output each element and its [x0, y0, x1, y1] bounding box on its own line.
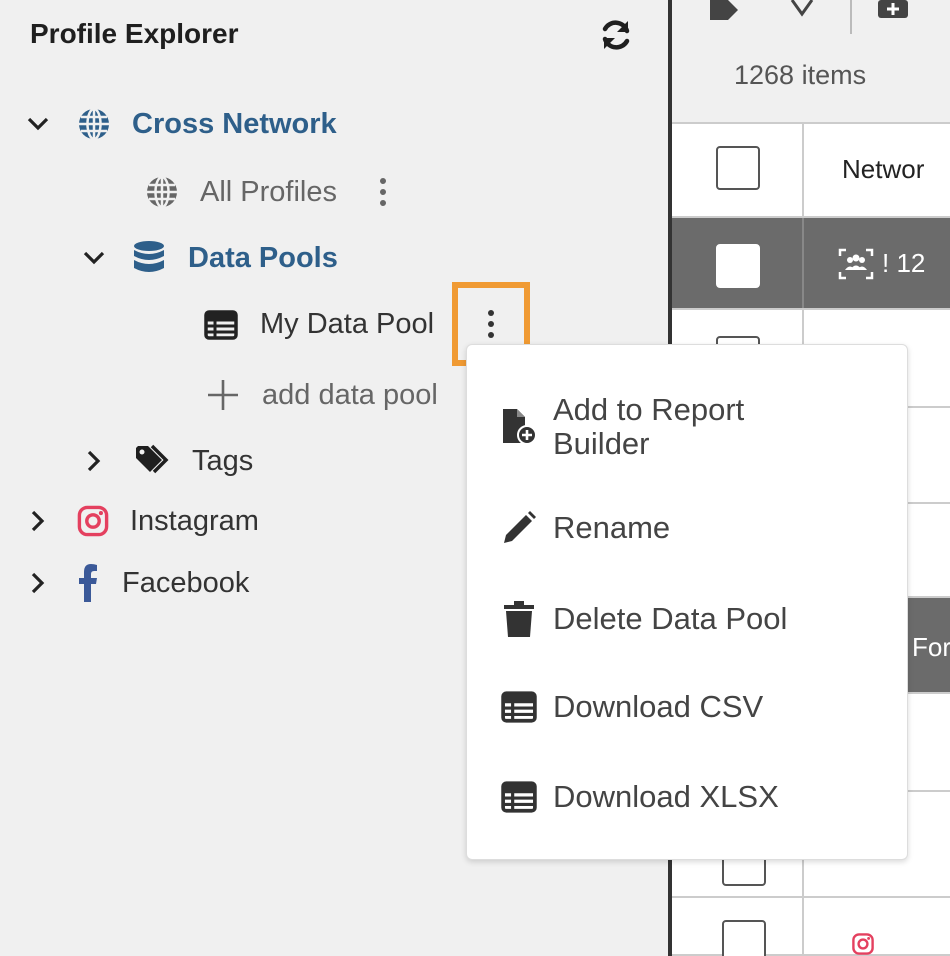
menu-item-delete-data-pool[interactable]: Delete Data Pool	[497, 599, 787, 639]
globe-icon	[147, 175, 177, 209]
instagram-icon	[852, 933, 874, 955]
refresh-icon[interactable]	[598, 17, 634, 53]
row-checkbox[interactable]	[716, 244, 760, 288]
pencil-icon	[497, 509, 541, 547]
add-data-pool-button[interactable]: add data pool	[206, 378, 438, 412]
instagram-icon	[77, 505, 109, 537]
tree-item-label: All Profiles	[200, 175, 337, 208]
checkbox-column	[672, 218, 804, 308]
menu-item-rename[interactable]: Rename	[497, 509, 670, 547]
trash-icon	[497, 599, 541, 639]
tree-item-label: Instagram	[130, 504, 259, 537]
row-label: For	[912, 632, 950, 662]
menu-item-label: Download CSV	[553, 689, 764, 724]
tree-item-tags[interactable]: Tags	[82, 444, 253, 478]
chevron-right-icon[interactable]	[82, 449, 106, 473]
chevron-down-icon[interactable]	[82, 246, 106, 270]
tree-item-instagram[interactable]: Instagram	[26, 504, 259, 538]
menu-item-label-line1: Add to Report	[553, 392, 745, 427]
group-icon	[838, 248, 874, 280]
more-options-icon[interactable]	[371, 172, 395, 212]
menu-item-label: Add to Report Builder	[553, 393, 744, 461]
more-options-icon[interactable]	[479, 304, 503, 344]
chevron-down-icon[interactable]	[26, 112, 50, 136]
select-all-checkbox[interactable]	[716, 146, 760, 190]
menu-item-download-csv[interactable]: Download CSV	[497, 689, 763, 725]
file-add-icon	[497, 407, 541, 447]
globe-icon	[79, 107, 109, 141]
sidebar-title: Profile Explorer	[30, 18, 239, 49]
table-icon	[204, 309, 238, 340]
tree-item-label: Cross Network	[132, 107, 337, 140]
tree-item-my-data-pool[interactable]: My Data Pool	[204, 308, 434, 341]
menu-item-label: Delete Data Pool	[553, 601, 788, 636]
table-row[interactable]	[672, 898, 950, 956]
tree-item-all-profiles[interactable]: All Profiles	[144, 172, 395, 212]
tag-outline-icon[interactable]	[788, 0, 822, 20]
table-icon	[497, 691, 541, 723]
checkbox-column	[672, 124, 804, 216]
table-row[interactable]: ! 12	[672, 218, 950, 310]
tree-item-label: add data pool	[262, 378, 438, 411]
column-header-network[interactable]: Networ	[842, 154, 924, 185]
checkbox-column	[672, 898, 804, 956]
add-icon[interactable]	[878, 0, 908, 18]
menu-item-add-to-report-builder[interactable]: Add to Report Builder	[497, 393, 744, 461]
database-icon	[134, 241, 164, 272]
tree-item-label: Tags	[192, 444, 254, 477]
table-toolbar	[672, 0, 950, 56]
plus-icon	[208, 380, 238, 410]
menu-item-download-xlsx[interactable]: Download XLSX	[497, 779, 779, 815]
menu-item-label-line2: Builder	[553, 426, 650, 461]
table-header-row: Networ	[672, 122, 950, 218]
data-pool-context-menu: Add to Report Builder Rename Delete Data…	[466, 344, 908, 860]
tree-item-label: Data Pools	[188, 241, 338, 274]
menu-item-label: Rename	[553, 510, 671, 545]
item-count: 1268 items	[734, 60, 867, 90]
chevron-right-icon[interactable]	[26, 571, 50, 595]
row-label: ! 12	[882, 248, 926, 278]
table-icon	[497, 781, 541, 813]
tags-icon	[136, 444, 169, 474]
tree-item-facebook[interactable]: Facebook	[26, 564, 249, 602]
row-checkbox[interactable]	[722, 920, 766, 956]
toolbar-divider	[850, 0, 852, 34]
tree-item-label: My Data Pool	[260, 308, 435, 340]
tree-item-label: Facebook	[122, 566, 250, 599]
tree-item-cross-network[interactable]: Cross Network	[26, 106, 337, 142]
facebook-icon	[79, 564, 97, 602]
menu-item-label: Download XLSX	[553, 779, 779, 814]
tree-item-data-pools[interactable]: Data Pools	[82, 240, 338, 276]
chevron-right-icon[interactable]	[26, 509, 50, 533]
tag-icon[interactable]	[708, 0, 742, 20]
